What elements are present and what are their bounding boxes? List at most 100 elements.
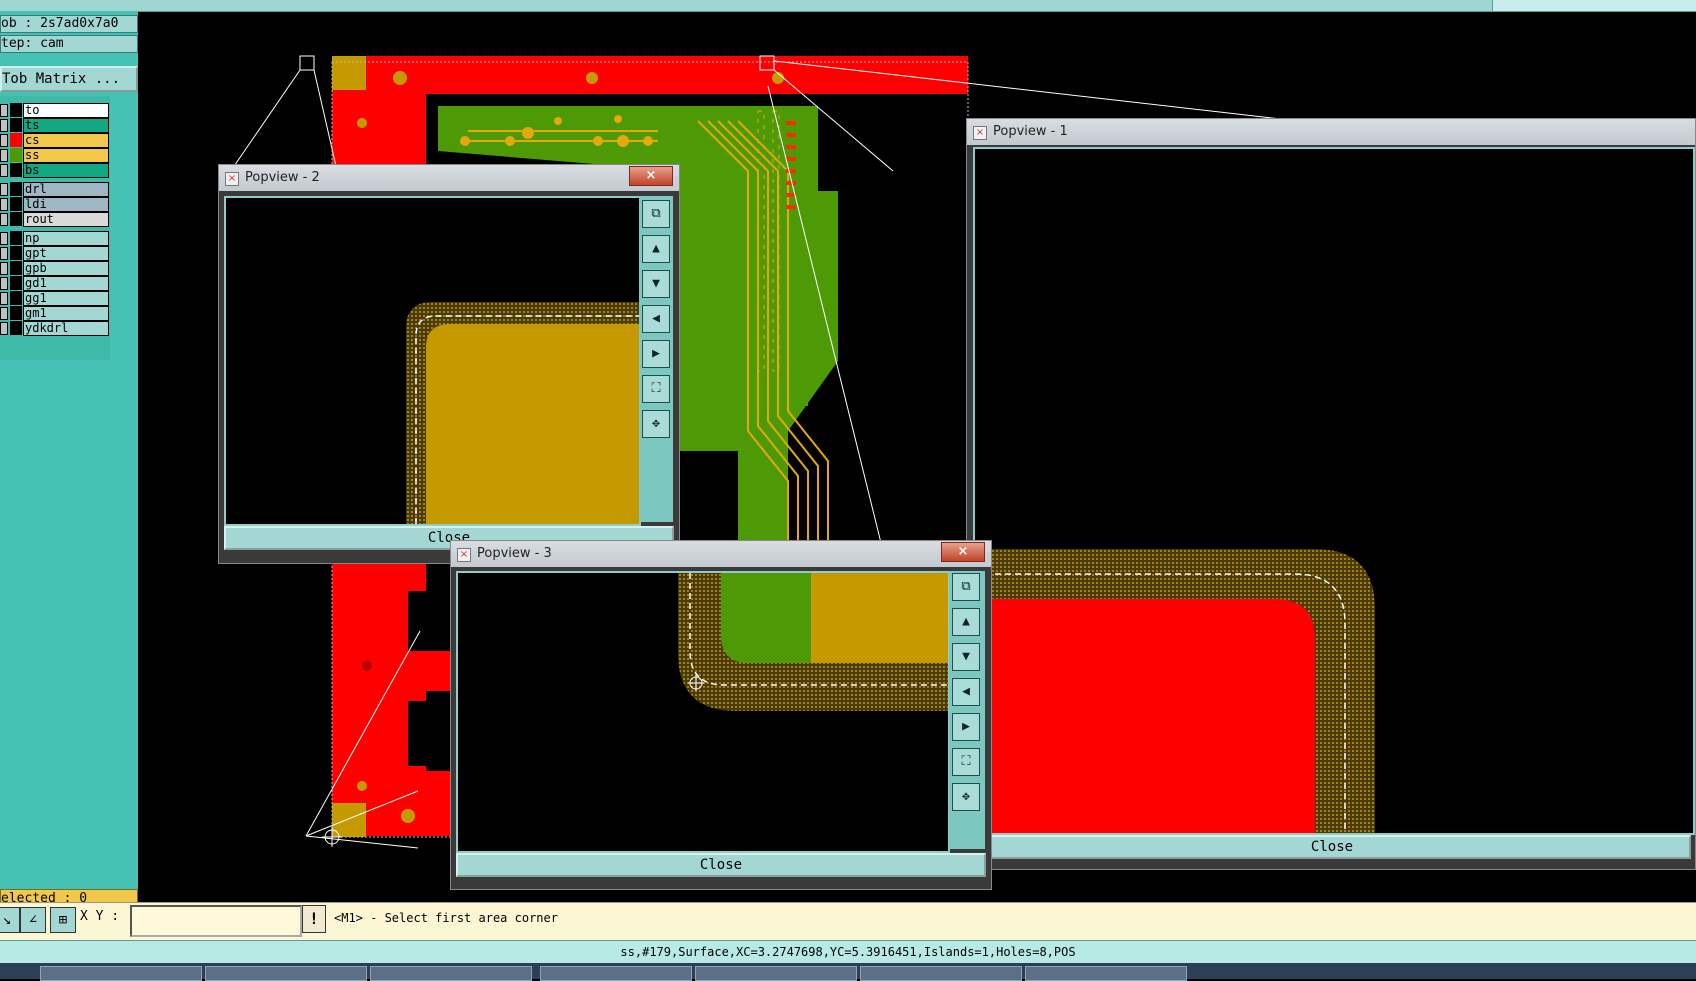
zoom-window-icon[interactable]: ⧉ <box>952 573 980 601</box>
layer-checkbox[interactable] <box>0 232 8 245</box>
layer-color-swatch <box>10 197 22 211</box>
layer-row-ydkdrl[interactable]: ydkdrl <box>0 321 110 336</box>
layer-row-gm1[interactable]: gm1 <box>0 306 110 321</box>
top-right-field <box>1492 0 1696 11</box>
layer-checkbox[interactable] <box>0 292 8 305</box>
select-tool-icon[interactable]: ↘ <box>0 907 20 933</box>
alert-icon[interactable]: ! <box>302 905 326 933</box>
layer-name[interactable]: gpb <box>23 261 109 276</box>
layer-row-drl[interactable]: drl <box>0 182 110 197</box>
layer-name[interactable]: rout <box>23 212 109 227</box>
layer-checkbox[interactable] <box>0 247 8 260</box>
popview-1-titlebar[interactable]: × Popview - 1 <box>967 119 1695 145</box>
layer-checkbox[interactable] <box>0 134 8 147</box>
layer-name[interactable]: cs <box>23 133 109 148</box>
layer-checkbox[interactable] <box>0 183 8 196</box>
layer-checkbox[interactable] <box>0 277 8 290</box>
layer-checkbox[interactable] <box>0 262 8 275</box>
layer-row-gd1[interactable]: gd1 <box>0 276 110 291</box>
layer-row-gpb[interactable]: gpb <box>0 261 110 276</box>
layer-name[interactable]: gd1 <box>23 276 109 291</box>
layer-color-swatch <box>10 276 22 290</box>
popview-3-titlebar[interactable]: × Popview - 3 × <box>451 541 991 567</box>
layer-checkbox[interactable] <box>0 119 8 132</box>
pan-left-icon[interactable]: ◀ <box>642 305 670 333</box>
pan-down-icon[interactable]: ▼ <box>952 643 980 671</box>
measure-tool-icon[interactable]: ∠ <box>20 907 46 933</box>
layer-row-bs[interactable]: bs <box>0 163 110 178</box>
layer-name[interactable]: ss <box>23 148 109 163</box>
layer-name[interactable]: ydkdrl <box>23 321 109 336</box>
layer-color-swatch <box>10 212 22 226</box>
popview-2-window[interactable]: × Popview - 2 × ⧉ ▲ ▼ ◀ ▶ ⛶ ✥ Close <box>218 164 680 564</box>
layer-row-to[interactable]: to <box>0 103 110 118</box>
step-name: tep: cam <box>0 35 138 53</box>
layer-checkbox[interactable] <box>0 104 8 117</box>
layer-color-swatch <box>10 118 22 132</box>
layer-name[interactable]: ts <box>23 118 109 133</box>
layer-row-gpt[interactable]: gpt <box>0 246 110 261</box>
pan-up-icon[interactable]: ▲ <box>642 235 670 263</box>
layer-row-ldi[interactable]: ldi <box>0 197 110 212</box>
layer-checkbox[interactable] <box>0 307 8 320</box>
pan-right-icon[interactable]: ▶ <box>642 340 670 368</box>
layer-color-swatch <box>10 231 22 245</box>
layer-row-rout[interactable]: rout <box>0 212 110 227</box>
grid-tool-icon[interactable]: ⊞ <box>50 907 76 933</box>
layer-name[interactable]: to <box>23 103 109 118</box>
popview-2-title: Popview - 2 <box>245 170 320 185</box>
layer-checkbox[interactable] <box>0 198 8 211</box>
layer-row-ts[interactable]: ts <box>0 118 110 133</box>
popview-2-toolbar: ⧉ ▲ ▼ ◀ ▶ ⛶ ✥ <box>639 196 673 522</box>
popview-3-toolbar: ⧉ ▲ ▼ ◀ ▶ ⛶ ✥ <box>949 571 985 849</box>
popview-3-close-button[interactable]: Close <box>456 853 986 877</box>
layer-checkbox[interactable] <box>0 149 8 162</box>
popview-3-app-icon: × <box>457 548 471 562</box>
layer-row-ss[interactable]: ss <box>0 148 110 163</box>
zoom-home-icon[interactable]: ✥ <box>952 783 980 811</box>
xy-label: X Y : <box>80 909 120 924</box>
layer-name[interactable]: np <box>23 231 109 246</box>
pan-left-icon[interactable]: ◀ <box>952 678 980 706</box>
job-matrix-button[interactable]: Tob Matrix ... <box>0 66 138 92</box>
pan-right-icon[interactable]: ▶ <box>952 713 980 741</box>
popview-3-window[interactable]: × Popview - 3 × ⧉ ▲ ▼ ◀ ▶ ⛶ ✥ Close <box>450 540 992 890</box>
popview-2-view[interactable] <box>224 196 641 526</box>
pan-up-icon[interactable]: ▲ <box>952 608 980 636</box>
layer-checkbox[interactable] <box>0 164 8 177</box>
xy-input[interactable] <box>130 905 302 937</box>
popview-2-app-icon: × <box>225 172 239 186</box>
layer-color-swatch <box>10 148 22 162</box>
popview-1-window[interactable]: × Popview - 1 Close <box>966 118 1696 870</box>
layer-name[interactable]: gpt <box>23 246 109 261</box>
zoom-home-icon[interactable]: ✥ <box>642 410 670 438</box>
popview-1-app-icon: × <box>973 126 987 140</box>
zoom-fit-icon[interactable]: ⛶ <box>952 748 980 776</box>
layer-color-swatch <box>10 246 22 260</box>
status-bar: ss,#179,Surface,XC=3.2747698,YC=5.391645… <box>0 940 1696 964</box>
layer-name[interactable]: gg1 <box>23 291 109 306</box>
popview-1-view[interactable] <box>973 147 1695 835</box>
layer-row-np[interactable]: np <box>0 231 110 246</box>
pan-down-icon[interactable]: ▼ <box>642 270 670 298</box>
popview-1-close-button[interactable]: Close <box>973 835 1691 859</box>
zoom-fit-icon[interactable]: ⛶ <box>642 375 670 403</box>
popview-2-titlebar[interactable]: × Popview - 2 × <box>219 165 679 191</box>
popview-3-close-icon[interactable]: × <box>941 542 985 562</box>
left-panel: ob : 2s7ad0x7a0 tep: cam Tob Matrix ... … <box>0 11 138 909</box>
layer-row-gg1[interactable]: gg1 <box>0 291 110 306</box>
layer-name[interactable]: gm1 <box>23 306 109 321</box>
job-name: ob : 2s7ad0x7a0 <box>0 15 138 33</box>
layer-name[interactable]: ldi <box>23 197 109 212</box>
popview-2-close-icon[interactable]: × <box>629 166 673 186</box>
layer-name[interactable]: drl <box>23 182 109 197</box>
layer-row-cs[interactable]: cs <box>0 133 110 148</box>
layer-color-swatch <box>10 291 22 305</box>
layer-name[interactable]: bs <box>23 163 109 178</box>
layer-checkbox[interactable] <box>0 322 8 335</box>
layer-color-swatch <box>10 103 22 117</box>
zoom-window-icon[interactable]: ⧉ <box>642 200 670 228</box>
layer-checkbox[interactable] <box>0 213 8 226</box>
layer-color-swatch <box>10 306 22 320</box>
popview-3-view[interactable] <box>456 571 950 853</box>
